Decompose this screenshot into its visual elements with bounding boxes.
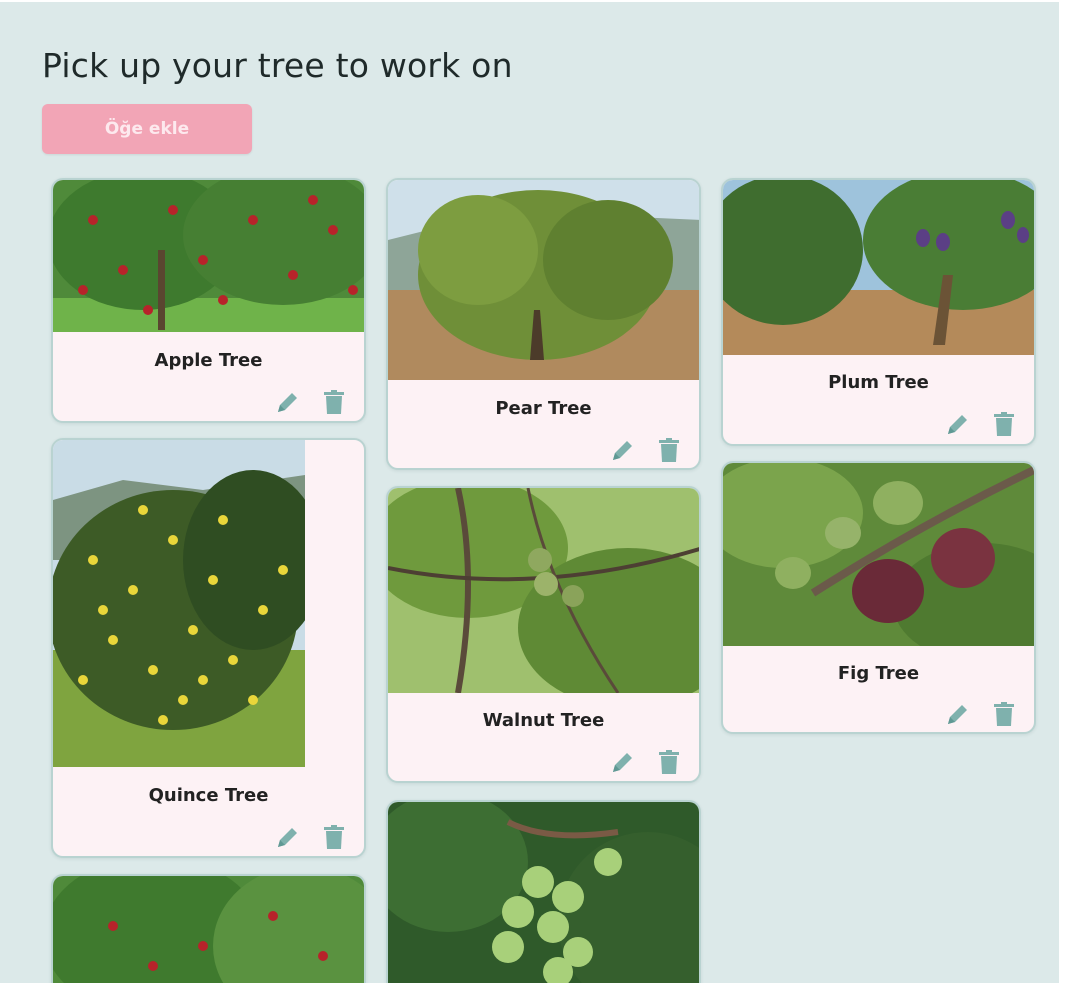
walnut-tree-photo	[388, 488, 699, 693]
tree-card-partial-middle[interactable]	[386, 800, 701, 983]
tree-photo	[53, 876, 364, 983]
apple-tree-photo	[53, 180, 364, 332]
card-actions	[274, 388, 348, 416]
fig-tree-photo	[723, 463, 1034, 646]
card-actions	[944, 700, 1018, 728]
top-edge	[0, 0, 1071, 2]
tree-card-fig[interactable]: Fig Tree	[721, 461, 1036, 734]
trash-icon[interactable]	[655, 436, 683, 464]
card-actions	[609, 748, 683, 776]
trash-icon[interactable]	[990, 410, 1018, 438]
tree-card-plum[interactable]: Plum Tree	[721, 178, 1036, 446]
trash-icon[interactable]	[320, 388, 348, 416]
card-actions	[944, 410, 1018, 438]
pencil-icon[interactable]	[609, 436, 637, 464]
pencil-icon[interactable]	[274, 823, 302, 851]
trash-icon[interactable]	[990, 700, 1018, 728]
tree-card-quince[interactable]: Quince Tree	[51, 438, 366, 858]
tree-name: Walnut Tree	[482, 710, 605, 731]
trash-icon[interactable]	[320, 823, 348, 851]
tree-name: Pear Tree	[495, 398, 592, 419]
tree-photo	[388, 802, 699, 983]
tree-card-apple[interactable]: Apple Tree	[51, 178, 366, 423]
tree-name: Apple Tree	[154, 350, 263, 371]
page-title: Pick up your tree to work on	[42, 46, 513, 85]
tree-card-walnut[interactable]: Walnut Tree	[386, 486, 701, 783]
add-item-button[interactable]: Öğe ekle	[42, 104, 252, 154]
quince-tree-photo	[53, 440, 305, 767]
tree-name: Quince Tree	[148, 785, 269, 806]
card-actions	[609, 436, 683, 464]
pencil-icon[interactable]	[274, 388, 302, 416]
tree-card-partial-left[interactable]	[51, 874, 366, 983]
pear-tree-photo	[388, 180, 699, 380]
trash-icon[interactable]	[655, 748, 683, 776]
tree-name: Plum Tree	[828, 372, 929, 393]
pencil-icon[interactable]	[944, 700, 972, 728]
tree-name: Fig Tree	[837, 663, 920, 684]
pencil-icon[interactable]	[609, 748, 637, 776]
plum-tree-photo	[723, 180, 1034, 355]
card-actions	[274, 823, 348, 851]
tree-card-pear[interactable]: Pear Tree	[386, 178, 701, 470]
pencil-icon[interactable]	[944, 410, 972, 438]
right-edge	[1059, 0, 1071, 983]
